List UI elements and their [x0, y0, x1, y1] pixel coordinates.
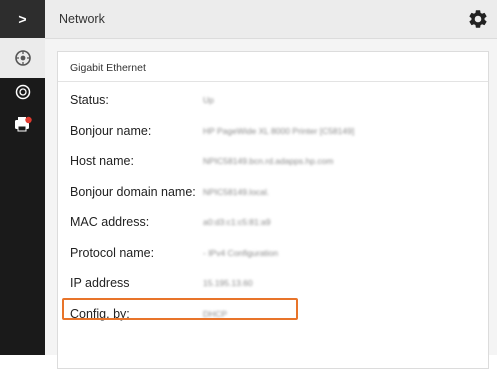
protocol-name-label: Protocol name: [70, 246, 155, 260]
sidebar-item-web-services[interactable] [0, 79, 45, 105]
page-title: Network [59, 12, 105, 26]
ethernet-card: Gigabit Ethernet Status: Up Bonjour name… [57, 51, 489, 369]
mac-address-row: MAC address: a0:d3:c1:c5:81:a9 [58, 208, 488, 238]
ip-address-highlight [62, 298, 298, 320]
bonjour-domain-row: Bonjour domain name: NPIC58149.local. [58, 178, 488, 208]
ip-address-row: IP address 15.195.13.60 [58, 269, 488, 299]
mac-address-value: a0:d3:c1:c5:81:a9 [203, 217, 271, 227]
gear-icon[interactable] [467, 8, 489, 30]
expand-sidebar-button[interactable]: > [0, 0, 45, 38]
network-icon [14, 50, 31, 66]
host-name-label: Host name: [70, 154, 134, 168]
ip-address-label: IP address [70, 276, 130, 290]
protocol-name-row: Protocol name: - IPv4 Configuration [58, 239, 488, 269]
host-name-row: Host name: NPIC58149.bcn.rd.adapps.hp.co… [58, 147, 488, 177]
protocol-name-value: - IPv4 Configuration [203, 248, 279, 258]
host-name-value: NPIC58149.bcn.rd.adapps.hp.com [203, 156, 334, 166]
bonjour-name-value: HP PageWide XL 8000 Printer [C58149] [203, 126, 355, 136]
bonjour-domain-label: Bonjour domain name: [70, 185, 196, 199]
bonjour-name-row: Bonjour name: HP PageWide XL 8000 Printe… [58, 117, 488, 147]
status-label: Status: [70, 93, 109, 107]
bonjour-domain-value: NPIC58149.local. [203, 187, 270, 197]
chevron-right-icon: > [18, 11, 27, 27]
status-value: Up [203, 95, 214, 105]
sidebar-item-network[interactable] [0, 38, 45, 78]
mac-address-label: MAC address: [70, 215, 150, 229]
divider [58, 81, 488, 82]
sidebar-item-printer[interactable] [0, 110, 45, 138]
status-row: Status: Up [58, 86, 488, 116]
header-bar: Network [45, 0, 497, 39]
sidebar: > [0, 0, 45, 355]
card-title: Gigabit Ethernet [70, 62, 146, 74]
bonjour-name-label: Bonjour name: [70, 124, 152, 138]
printer-alert-icon [14, 116, 32, 132]
ip-address-value: 15.195.13.60 [203, 278, 253, 288]
globe-icon [15, 84, 30, 100]
